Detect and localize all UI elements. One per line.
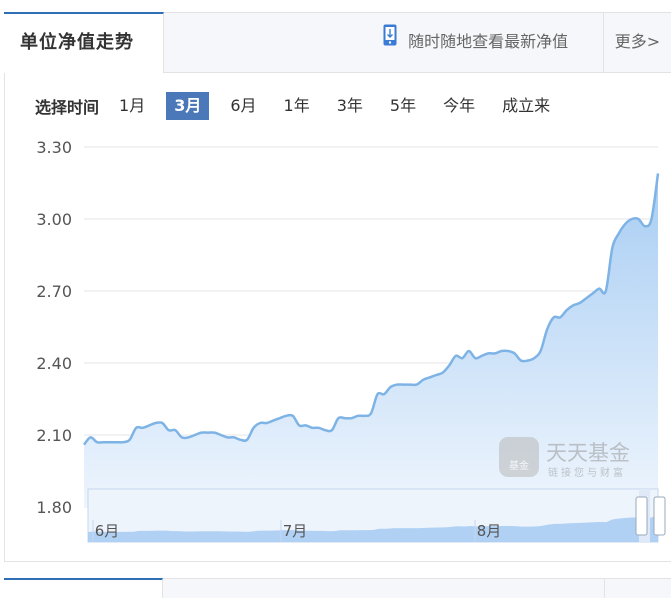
navigator-month-label: 8月 bbox=[477, 522, 502, 540]
y-tick-label: 2.40 bbox=[36, 354, 72, 373]
y-tick-label: 2.70 bbox=[36, 282, 72, 301]
y-tick-label: 3.00 bbox=[36, 210, 72, 229]
watermark-slogan: 链接您与财富 bbox=[548, 466, 626, 479]
navigator-handle-right[interactable] bbox=[653, 496, 666, 536]
y-tick-label: 1.80 bbox=[36, 498, 72, 517]
navigator-month-label: 6月 bbox=[95, 522, 120, 540]
watermark-icon-text: 基金 bbox=[509, 459, 529, 472]
y-tick-label: 3.30 bbox=[36, 138, 72, 157]
nav-chart: 3.303.002.702.402.101.80 基金 天天基金 链接您与财富 … bbox=[36, 138, 666, 543]
watermark-name: 天天基金 bbox=[546, 441, 630, 465]
navigator-handle-left[interactable] bbox=[635, 496, 648, 536]
y-tick-label: 2.10 bbox=[36, 426, 72, 445]
next-panel-tab[interactable] bbox=[4, 578, 163, 598]
y-axis-ticks: 3.30 3.00 2.70 2.40 2.10 1.80 bbox=[36, 138, 72, 517]
navigator-month-label: 7月 bbox=[283, 522, 308, 540]
range-navigator[interactable]: 6月 7月 8月 bbox=[87, 488, 666, 543]
next-panel-divider bbox=[604, 579, 605, 598]
next-panel-tabbar bbox=[4, 578, 671, 598]
brand-watermark: 基金 天天基金 链接您与财富 bbox=[499, 437, 630, 479]
